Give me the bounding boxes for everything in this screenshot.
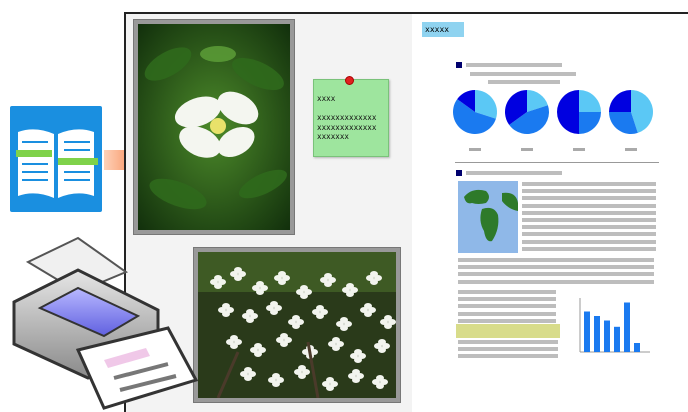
pie-slice bbox=[579, 90, 601, 112]
text-line bbox=[466, 63, 562, 67]
blossom bbox=[340, 317, 348, 323]
blossom bbox=[352, 369, 360, 375]
blossom bbox=[326, 377, 334, 383]
blossom bbox=[270, 301, 278, 307]
blossom bbox=[246, 309, 254, 315]
flower-photo bbox=[134, 20, 294, 234]
blossom bbox=[316, 305, 324, 311]
blossom bbox=[370, 271, 378, 277]
blossom bbox=[214, 275, 222, 281]
text-line bbox=[458, 272, 654, 277]
text-line bbox=[458, 279, 654, 284]
blossom bbox=[272, 373, 280, 379]
blossom bbox=[278, 271, 286, 277]
blossom bbox=[300, 285, 308, 291]
text-line bbox=[522, 189, 656, 194]
printer-icon bbox=[8, 232, 199, 412]
pie-label bbox=[573, 148, 585, 151]
bar-chart bbox=[579, 298, 650, 353]
section-marker bbox=[456, 62, 462, 68]
text-line bbox=[466, 171, 562, 175]
text-line bbox=[522, 239, 656, 244]
blossom bbox=[222, 303, 230, 309]
highlighted-text bbox=[456, 324, 560, 338]
blossom bbox=[280, 333, 288, 339]
text-line bbox=[522, 246, 656, 251]
bar bbox=[634, 343, 640, 352]
blossom bbox=[378, 339, 386, 345]
text-line bbox=[522, 196, 656, 201]
text-line bbox=[458, 258, 654, 262]
bar bbox=[624, 302, 630, 352]
text-line bbox=[458, 304, 556, 309]
bar bbox=[614, 326, 620, 352]
text-line bbox=[522, 232, 656, 237]
text-line bbox=[458, 290, 556, 294]
blossom bbox=[298, 365, 306, 371]
pie-label bbox=[625, 148, 637, 151]
text-line bbox=[458, 297, 556, 302]
blossom bbox=[254, 343, 262, 349]
text-line bbox=[522, 210, 656, 215]
blossom bbox=[292, 315, 300, 321]
sticky-note[interactable]: xxxx xxxxxxxxxxxxx xxxxxxxxxxxxx xxxxxxx bbox=[313, 79, 389, 157]
blossom bbox=[332, 337, 340, 343]
blossom bbox=[384, 315, 392, 321]
text-line bbox=[458, 318, 556, 323]
text-line bbox=[458, 340, 558, 344]
book-icon bbox=[10, 106, 102, 212]
blossom bbox=[324, 273, 332, 279]
pie-slice bbox=[579, 112, 601, 134]
bar bbox=[604, 320, 610, 352]
blossom bbox=[346, 283, 354, 289]
text-line bbox=[470, 72, 576, 76]
text-line bbox=[458, 265, 654, 270]
text-line bbox=[522, 225, 656, 230]
blossom bbox=[376, 375, 384, 381]
world-map-image bbox=[458, 181, 518, 253]
bar bbox=[584, 311, 590, 352]
blossom bbox=[234, 267, 242, 273]
pie-label bbox=[469, 148, 481, 151]
sticky-note-text: xxxx xxxxxxxxxxxxx xxxxxxxxxxxxx xxxxxxx bbox=[317, 94, 377, 142]
text-line bbox=[458, 311, 556, 316]
text-line bbox=[488, 80, 560, 84]
text-line bbox=[458, 354, 558, 359]
pin-icon bbox=[345, 76, 354, 85]
text-line bbox=[458, 347, 558, 352]
page-tag: xxxxx bbox=[422, 22, 464, 37]
blossom bbox=[230, 335, 238, 341]
blossom bbox=[364, 303, 372, 309]
bar bbox=[594, 316, 600, 352]
blossom bbox=[354, 349, 362, 355]
pie-label bbox=[521, 148, 533, 151]
section-marker bbox=[456, 170, 462, 176]
pie-slice bbox=[557, 90, 579, 134]
blossom bbox=[244, 367, 252, 373]
text-line bbox=[522, 218, 656, 222]
text-line bbox=[522, 203, 656, 208]
pie-slice bbox=[609, 90, 631, 112]
text-line bbox=[522, 182, 656, 186]
blossom bbox=[256, 281, 264, 287]
divider bbox=[455, 162, 659, 163]
blossom-photo bbox=[194, 248, 400, 402]
pie-chart-row bbox=[453, 90, 653, 151]
